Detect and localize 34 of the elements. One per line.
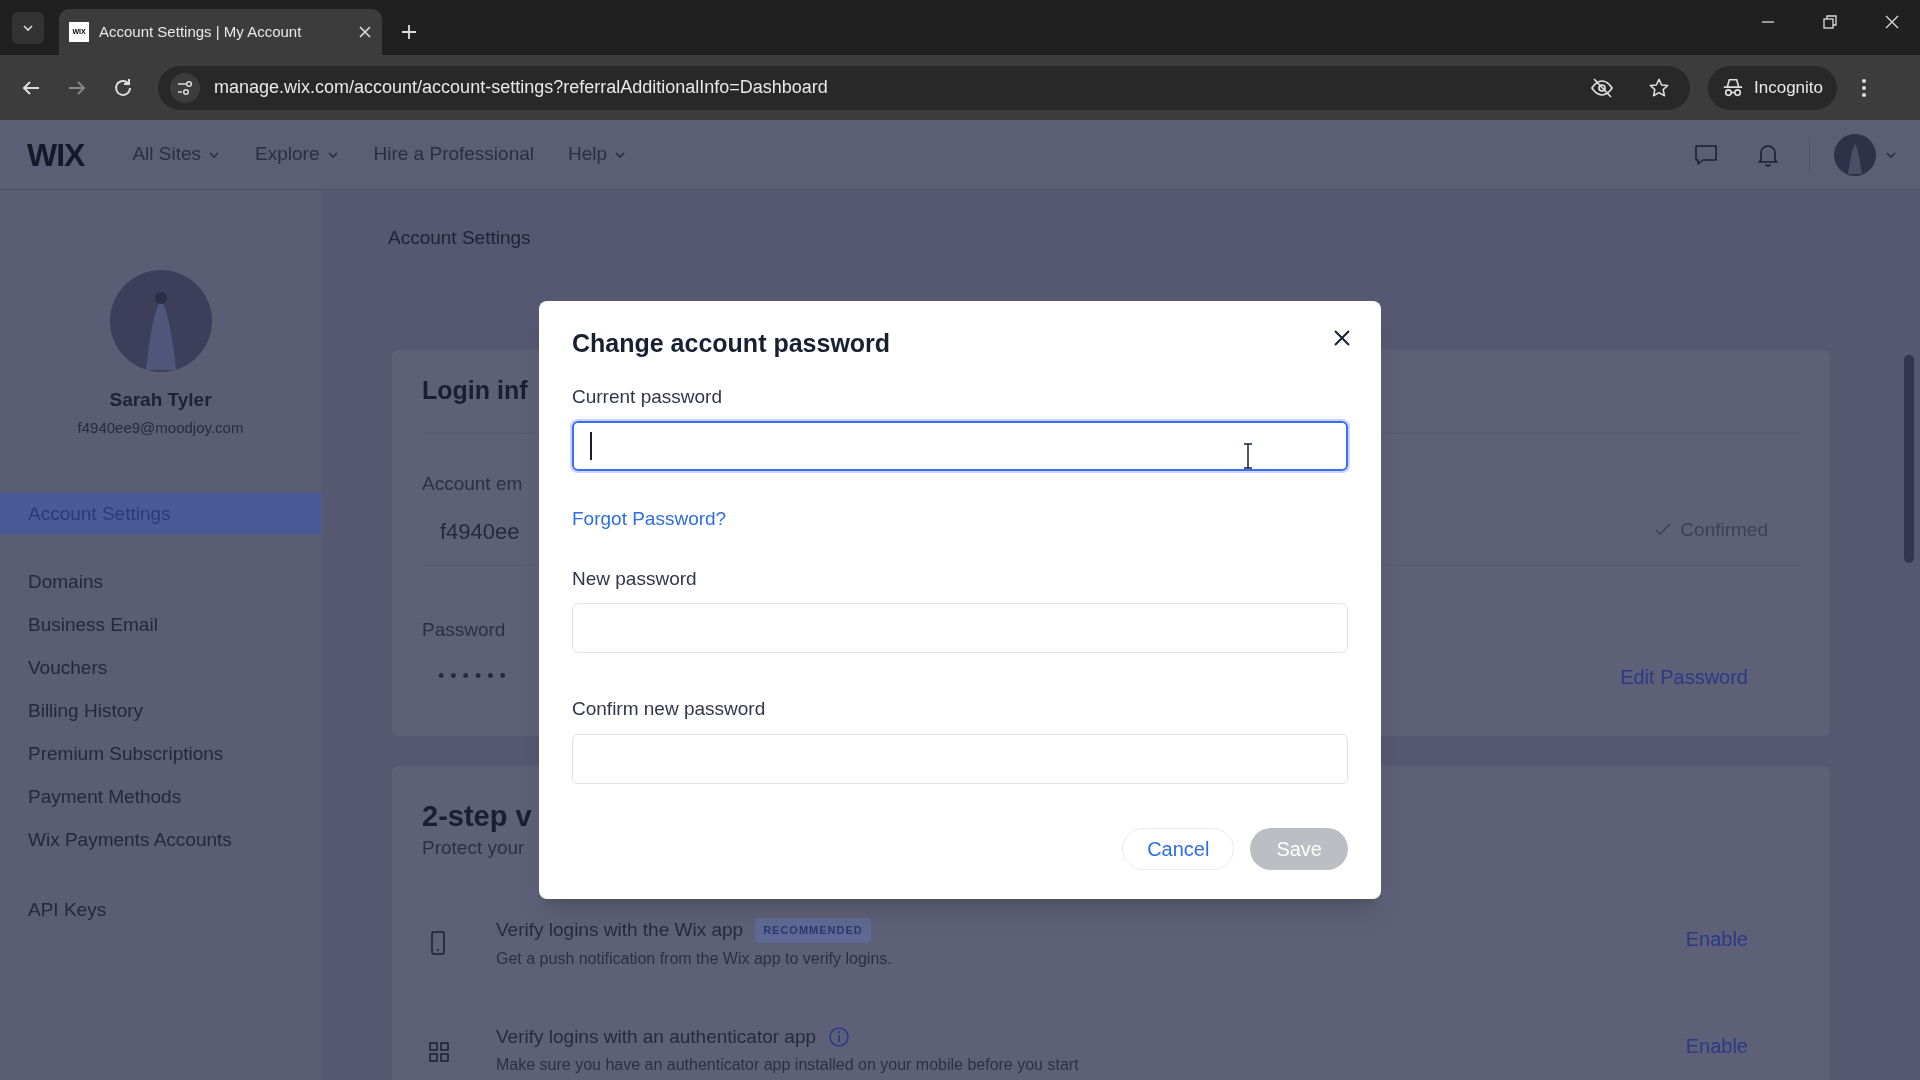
close-button[interactable] [1332,328,1352,348]
site-info-button[interactable] [170,72,200,103]
url-text: manage.wix.com/account/account-settings?referralAdditionalInfo=Dashboard [214,76,829,99]
close-icon [1332,328,1352,348]
address-bar[interactable]: manage.wix.com/account/account-settings?referralAdditionalInfo=Dashboard [158,65,1690,110]
new-tab-icon[interactable] [400,23,418,41]
phone-icon [428,930,448,956]
star-icon[interactable] [1648,76,1670,99]
email-value: f4940ee [439,517,521,546]
tab-title: Account Settings | My Account [99,21,303,42]
close-icon[interactable] [1884,14,1900,30]
reload-icon[interactable] [112,76,134,99]
field-label: Current password [572,384,723,409]
password-value: •••••• [437,664,512,688]
section-title: Login inf [422,374,528,406]
tune-icon [176,78,194,97]
incognito-button[interactable]: Incognito [1708,65,1837,110]
text-cursor-icon [1243,443,1253,469]
close-icon[interactable] [358,25,372,39]
scrollbar-thumb[interactable] [1904,355,1914,563]
incognito-icon [1722,76,1744,99]
qr-code-icon [428,1040,450,1063]
user-name: Sarah Tyler [108,388,213,412]
page-title: Account Settings [388,226,531,250]
forgot-password-link[interactable]: Forgot Password? [572,505,727,534]
more-icon[interactable] [1861,76,1867,99]
section-title: 2-step v [422,799,532,832]
wix-logo[interactable]: WIX [27,130,85,179]
dialog-title: Change account password [572,328,891,359]
tab-search-button[interactable] [12,12,44,44]
field-label: Confirm new password [572,697,767,721]
field-label: New password [572,566,698,591]
restore-icon[interactable] [1822,14,1838,30]
password-field[interactable] [572,421,1348,471]
